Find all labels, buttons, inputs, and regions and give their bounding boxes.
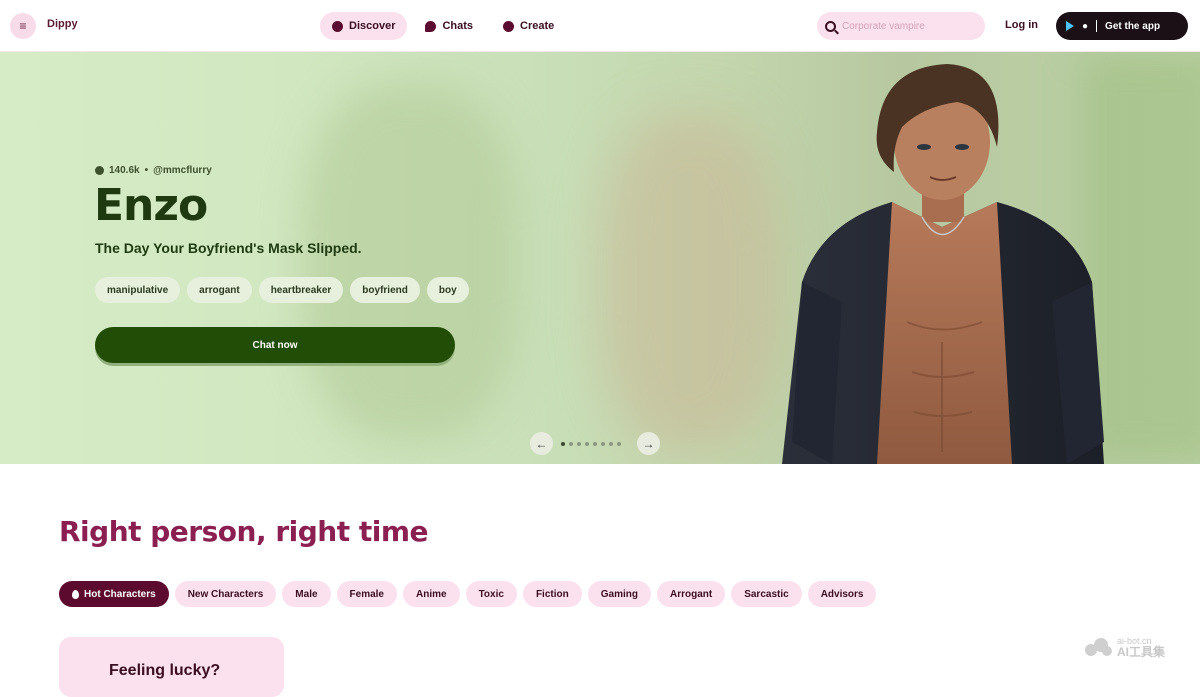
category-new-characters[interactable]: New Characters: [174, 581, 277, 607]
nav-discover[interactable]: Discover: [320, 12, 408, 40]
character-meta: 140.6k • @mmcflurry: [95, 165, 212, 176]
carousel-dot[interactable]: [601, 441, 605, 446]
watermark-text: ai-bot.cn AI工具集: [1117, 636, 1165, 658]
category-female[interactable]: Female: [336, 581, 397, 607]
carousel-next-button[interactable]: →: [637, 432, 660, 455]
tag-chip[interactable]: boyfriend: [350, 277, 420, 303]
watermark-logo-icon: [1085, 638, 1112, 656]
category-advisors[interactable]: Advisors: [807, 581, 877, 607]
brand-name[interactable]: Dippy: [47, 18, 78, 30]
tag-chip[interactable]: manipulative: [95, 277, 181, 303]
category-gaming[interactable]: Gaming: [587, 581, 651, 607]
author-handle[interactable]: @mmcflurry: [153, 165, 212, 176]
category-arrogant[interactable]: Arrogant: [656, 581, 726, 607]
main-nav: Discover Chats Create: [320, 12, 566, 40]
watermark: ai-bot.cn AI工具集: [1083, 636, 1165, 658]
carousel-dot[interactable]: [617, 441, 621, 446]
search-input[interactable]: [842, 20, 972, 32]
nav-chats[interactable]: Chats: [413, 12, 485, 40]
character-portrait: [782, 64, 1104, 464]
chat-now-button[interactable]: Chat now: [95, 327, 455, 363]
category-sarcastic[interactable]: Sarcastic: [731, 581, 802, 607]
carousel-dot[interactable]: [585, 441, 589, 446]
background-blur: [300, 82, 520, 442]
carousel-dot[interactable]: [561, 441, 565, 446]
watermark-line2: AI工具集: [1117, 645, 1166, 659]
search-icon: [825, 20, 836, 32]
top-navigation-bar: ≡ Dippy Discover Chats Create Log in ● G…: [0, 0, 1200, 52]
google-play-icon: [1066, 21, 1074, 31]
character-tagline: The Day Your Boyfriend's Mask Slipped.: [95, 240, 362, 256]
hamburger-menu-button[interactable]: ≡: [10, 13, 36, 39]
apple-icon: ●: [1082, 20, 1089, 32]
get-app-button[interactable]: ● Get the app: [1056, 12, 1188, 40]
compass-icon: [332, 20, 343, 32]
character-tags: manipulative arrogant heartbreaker boyfr…: [95, 277, 469, 303]
background-blur: [600, 112, 780, 452]
category-fiction[interactable]: Fiction: [522, 581, 582, 607]
search-box[interactable]: [817, 12, 985, 40]
nav-discover-label: Discover: [349, 20, 396, 32]
chat-count: 140.6k: [109, 165, 140, 176]
tag-chip[interactable]: heartbreaker: [258, 277, 344, 303]
meta-separator: •: [144, 165, 149, 176]
carousel-dots: [561, 441, 621, 446]
menu-icon: ≡: [19, 19, 27, 33]
nav-chats-label: Chats: [442, 20, 474, 32]
create-icon: [503, 20, 515, 32]
carousel-dot[interactable]: [609, 441, 613, 446]
get-app-label: Get the app: [1105, 20, 1161, 32]
login-link[interactable]: Log in: [1005, 19, 1038, 31]
carousel-dot[interactable]: [577, 441, 581, 446]
category-label: Hot Characters: [84, 588, 156, 600]
category-hot-characters[interactable]: Hot Characters: [59, 581, 169, 607]
tag-chip[interactable]: arrogant: [187, 277, 252, 303]
carousel-dot[interactable]: [569, 441, 573, 446]
feeling-lucky-title: Feeling lucky?: [109, 662, 221, 679]
category-male[interactable]: Male: [282, 581, 331, 607]
section-title: Right person, right time: [59, 515, 429, 548]
feeling-lucky-card[interactable]: Feeling lucky?: [59, 637, 284, 697]
hero-banner: 140.6k • @mmcflurry Enzo The Day Your Bo…: [0, 52, 1200, 464]
category-toxic[interactable]: Toxic: [465, 581, 517, 607]
tag-chip[interactable]: boy: [426, 277, 469, 303]
nav-create[interactable]: Create: [491, 12, 566, 40]
category-filters: Hot Characters New Characters Male Femal…: [59, 581, 877, 607]
carousel-dot[interactable]: [593, 441, 597, 446]
nav-create-label: Create: [520, 20, 555, 32]
fire-icon: [72, 589, 79, 599]
category-anime[interactable]: Anime: [403, 581, 460, 607]
chat-bubble-icon: [425, 20, 437, 32]
chat-count-icon: [95, 166, 104, 175]
carousel-controls: ← →: [530, 432, 660, 455]
carousel-prev-button[interactable]: ←: [530, 432, 553, 455]
divider: [1096, 20, 1098, 32]
character-name: Enzo: [94, 180, 208, 231]
